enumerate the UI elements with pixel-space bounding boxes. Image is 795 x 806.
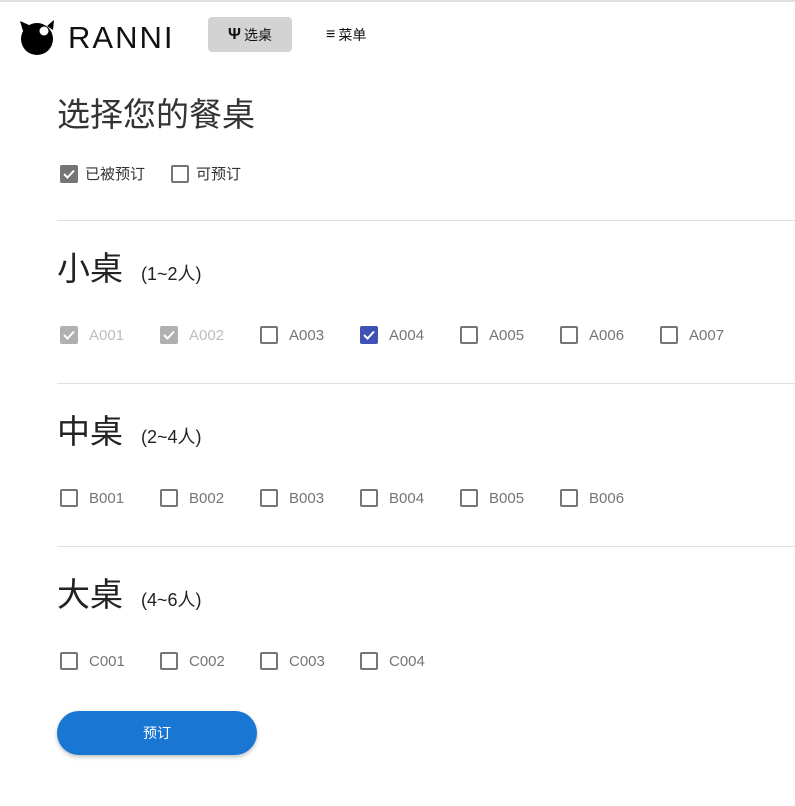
divider	[57, 546, 795, 547]
table-id: A005	[489, 326, 525, 344]
unchecked-icon	[171, 164, 190, 183]
unchecked-icon	[60, 489, 78, 507]
table-id: A001	[89, 326, 125, 344]
table-id: A002	[189, 326, 225, 344]
table-id: A007	[689, 326, 725, 344]
unchecked-icon	[560, 326, 578, 344]
table-id: B005	[489, 489, 525, 507]
table-list: A001 A002 A003 A004 A005 A006 A007	[60, 326, 760, 344]
unchecked-icon	[360, 652, 378, 670]
brand-name: RANNI	[68, 20, 175, 55]
section-capacity: (2~4人)	[141, 427, 202, 447]
ranni-logo-icon	[20, 20, 54, 55]
table-checkbox-b002[interactable]: B002	[160, 489, 260, 507]
table-id: B001	[89, 489, 125, 507]
table-id: C001	[89, 652, 125, 670]
nav-select-table[interactable]: Ψ 选桌	[208, 17, 292, 52]
section-medium: 中桌 (2~4人) B001 B002 B003 B004 B005 B006	[57, 405, 660, 507]
checked-icon	[360, 326, 378, 344]
table-checkbox-a006[interactable]: A006	[560, 326, 660, 344]
table-checkbox-a005[interactable]: A005	[460, 326, 560, 344]
nav-label: 选桌	[243, 26, 272, 43]
table-checkbox-a003[interactable]: A003	[260, 326, 360, 344]
divider	[57, 383, 795, 384]
checked-icon	[60, 164, 78, 183]
table-checkbox-c004[interactable]: C004	[360, 652, 460, 670]
unchecked-icon	[660, 326, 678, 344]
table-checkbox-b005[interactable]: B005	[460, 489, 560, 507]
table-checkbox-c003[interactable]: C003	[260, 652, 360, 670]
section-large: 大桌 (4~6人) C001 C002 C003 C004	[57, 568, 460, 670]
section-title: 大桌 (4~6人)	[57, 568, 460, 616]
table-list: B001 B002 B003 B004 B005 B006	[60, 489, 660, 507]
table-list: C001 C002 C003 C004	[60, 652, 460, 670]
table-checkbox-a007[interactable]: A007	[660, 326, 760, 344]
unchecked-icon	[260, 326, 278, 344]
table-checkbox-a001: A001	[60, 326, 160, 344]
table-id: C003	[289, 652, 325, 670]
table-checkbox-a004[interactable]: A004	[360, 326, 460, 344]
unchecked-icon	[460, 489, 478, 507]
legend-available: 可预订	[171, 163, 241, 184]
section-name: 大桌	[57, 576, 123, 613]
table-id: A006	[589, 326, 625, 344]
legend: 已被预订 可预订	[60, 163, 241, 184]
legend-label: 已被预订	[85, 166, 146, 183]
checked-icon	[160, 326, 178, 344]
book-button[interactable]: 预订	[57, 711, 257, 755]
table-id: B004	[389, 489, 425, 507]
table-id: C004	[389, 652, 425, 670]
unchecked-icon	[460, 326, 478, 344]
menu-icon: ≡	[326, 25, 336, 43]
section-name: 小桌	[57, 250, 123, 287]
legend-booked: 已被预订	[60, 163, 145, 184]
page-title: 选择您的餐桌	[57, 96, 255, 133]
utensils-icon: Ψ	[228, 25, 241, 43]
table-checkbox-b003[interactable]: B003	[260, 489, 360, 507]
table-checkbox-b004[interactable]: B004	[360, 489, 460, 507]
section-name: 中桌	[57, 413, 123, 450]
legend-label: 可预订	[196, 166, 242, 183]
nav-menu[interactable]: ≡ 菜单	[312, 17, 380, 52]
section-small: 小桌 (1~2人) A001 A002 A003 A004 A005 A006 A007	[57, 242, 760, 344]
table-id: A004	[389, 326, 425, 344]
table-id: C002	[189, 652, 225, 670]
table-id: A003	[289, 326, 325, 344]
unchecked-icon	[560, 489, 578, 507]
table-checkbox-a002: A002	[160, 326, 260, 344]
checked-icon	[60, 326, 78, 344]
table-checkbox-b001[interactable]: B001	[60, 489, 160, 507]
table-id: B002	[189, 489, 225, 507]
header: RANNI Ψ 选桌 ≡ 菜单	[0, 2, 795, 72]
section-title: 小桌 (1~2人)	[57, 242, 760, 290]
unchecked-icon	[160, 652, 178, 670]
table-id: B003	[289, 489, 325, 507]
section-capacity: (1~2人)	[141, 264, 202, 284]
table-id: B006	[589, 489, 625, 507]
unchecked-icon	[360, 489, 378, 507]
unchecked-icon	[260, 652, 278, 670]
unchecked-icon	[160, 489, 178, 507]
unchecked-icon	[60, 652, 78, 670]
divider	[57, 220, 795, 221]
section-title: 中桌 (2~4人)	[57, 405, 660, 453]
table-checkbox-b006[interactable]: B006	[560, 489, 660, 507]
nav-label: 菜单	[338, 26, 367, 43]
section-capacity: (4~6人)	[141, 590, 202, 610]
table-checkbox-c001[interactable]: C001	[60, 652, 160, 670]
unchecked-icon	[260, 489, 278, 507]
table-checkbox-c002[interactable]: C002	[160, 652, 260, 670]
